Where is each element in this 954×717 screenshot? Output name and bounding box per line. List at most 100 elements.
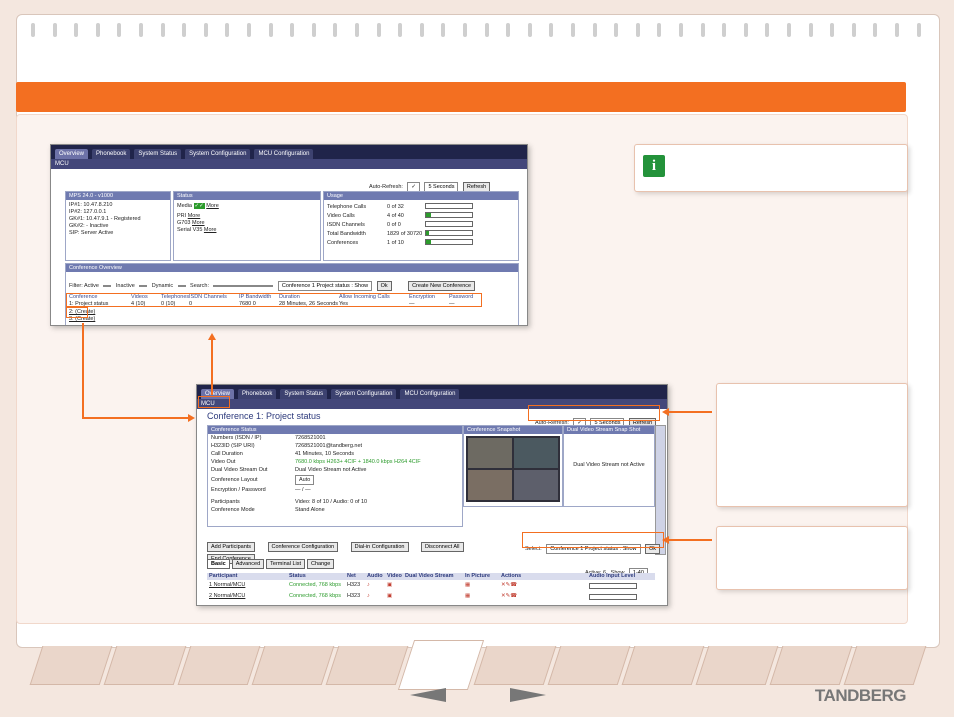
participant-link[interactable]: 2 Normal/MCU	[209, 593, 245, 600]
subtab-basic[interactable]: Basic	[207, 559, 230, 569]
next-page-arrow-icon[interactable]	[510, 688, 546, 702]
binder-ring	[679, 23, 683, 37]
dial-in-configuration-button[interactable]: Dial-in Configuration	[350, 542, 409, 552]
conference-configuration-button[interactable]: Conference Configuration	[267, 542, 339, 552]
tab-phonebook[interactable]: Phonebook	[238, 389, 277, 399]
status-label: Conference Mode	[211, 507, 255, 513]
tab-system-configuration[interactable]: System Configuration	[331, 389, 397, 399]
actions-icon[interactable]: ✕✎☎	[501, 582, 517, 589]
status-row: Numbers (ISDN / IP) 7268521001	[211, 435, 459, 443]
media-more-link[interactable]: More	[206, 203, 219, 209]
breadcrumb-highlight	[198, 396, 230, 408]
binder-ring	[743, 23, 748, 37]
table-row[interactable]: 2 Normal/MCU Connected, 768 kbps H323 ♪ ▣ ▦ ✕✎…	[207, 593, 655, 602]
bottom-nav-tab[interactable]	[473, 646, 557, 685]
table-row[interactable]: 2: (Create)	[69, 309, 518, 316]
tab-phonebook[interactable]: Phonebook	[92, 149, 131, 159]
dual-video-title: Dual Video Stream Snap Shot	[564, 426, 654, 434]
tab-mcu-configuration[interactable]: MCU Configuration	[400, 389, 460, 399]
tab-system-configuration[interactable]: System Configuration	[185, 149, 251, 159]
dual-video-panel: Dual Video Stream Snap Shot Dual Video S…	[563, 425, 655, 507]
status-row: H323ID (SIP URI) 7268521001@tandberg.net	[211, 443, 459, 451]
status-label: Numbers (ISDN / IP)	[211, 435, 262, 441]
table-row[interactable]: 1 Normal/MCU Connected, 768 kbps H323 ♪ ▣ ▦ ✕✎…	[207, 582, 655, 591]
usage-value: 4 of 40	[387, 213, 404, 219]
subtab-change[interactable]: Change	[307, 559, 335, 569]
column-header: Dual Video Stream	[405, 573, 454, 579]
video-icon[interactable]: ▣	[387, 593, 392, 600]
table-row[interactable]: 3: (Create)	[69, 316, 518, 323]
breadcrumb[interactable]: MCU	[51, 159, 527, 169]
status-value[interactable]: Auto	[295, 475, 315, 485]
binder-ring	[549, 23, 554, 37]
media-label: Media	[177, 203, 192, 209]
filter-active-checkbox[interactable]	[103, 285, 112, 287]
video-snapshot-image	[466, 436, 560, 502]
bottom-nav-tab[interactable]	[177, 646, 261, 685]
column-header: Participant	[209, 573, 238, 579]
participant-link[interactable]: 1 Normal/MCU	[209, 582, 245, 589]
bottom-nav-tab[interactable]	[103, 646, 187, 685]
binder-ring	[139, 23, 143, 37]
binder-ring	[916, 23, 921, 37]
bottom-nav-tab[interactable]	[29, 646, 113, 685]
bottom-nav-tab[interactable]	[843, 646, 927, 685]
binder-ring	[398, 23, 403, 37]
disconnect-all-button[interactable]: Disconnect All	[420, 542, 464, 552]
ok-button[interactable]: Ok	[376, 281, 392, 291]
bottom-nav-tab[interactable]	[769, 646, 853, 685]
conference-overview-title: Conference Overview	[66, 264, 518, 272]
serial-more-link[interactable]: More	[204, 227, 217, 233]
auto-refresh-highlight	[528, 405, 660, 421]
binder-ring	[765, 23, 770, 37]
usage-label: Conferences	[327, 240, 359, 246]
usage-bar	[425, 221, 473, 227]
pri-more-link[interactable]: More	[188, 213, 201, 219]
actions-icon[interactable]: ✕✎☎	[501, 593, 517, 600]
connector-line	[668, 411, 712, 413]
bottom-nav-tab[interactable]	[621, 646, 705, 685]
status-row: Participants Video: 8 of 10 / Audio: 0 of…	[211, 499, 459, 507]
subtab-terminal-list[interactable]: Terminal List	[266, 559, 306, 569]
binder-ring	[700, 23, 705, 37]
video-icon[interactable]: ▣	[387, 582, 392, 589]
status-label: Conference Layout	[211, 477, 258, 483]
bottom-nav-tab[interactable]	[251, 646, 335, 685]
search-input[interactable]	[213, 285, 274, 287]
status-label: H323ID (SIP URI)	[211, 443, 255, 449]
bottom-nav-tab[interactable]	[695, 646, 779, 685]
filter-dynamic-checkbox[interactable]	[177, 285, 186, 287]
previous-page-arrow-icon[interactable]	[410, 688, 446, 702]
bottom-nav-tab[interactable]	[547, 646, 631, 685]
subtab-advanced[interactable]: Advanced	[231, 559, 265, 569]
conference-select[interactable]: Conference 1 Project status : Show	[277, 281, 373, 291]
status-value: Video: 8 of 10 / Audio: 0 of 10	[295, 499, 368, 505]
usage-label: Video Calls	[327, 213, 355, 219]
tab-overview[interactable]: Overview	[55, 149, 89, 159]
binder-ring	[419, 23, 424, 37]
bottom-nav-tab[interactable]	[325, 646, 409, 685]
bottom-nav-tab[interactable]	[397, 640, 485, 690]
picture-icon[interactable]: ▦	[465, 582, 470, 589]
tab-system-status[interactable]: System Status	[134, 149, 182, 159]
create-conference-button[interactable]: Create New Conference	[408, 281, 476, 291]
status-row: Dual Video Stream Out Dual Video Stream n…	[211, 467, 459, 475]
audio-icon[interactable]: ♪	[367, 593, 370, 600]
audio-level-bar	[589, 583, 637, 589]
dual-video-text: Dual Video Stream not Active	[573, 462, 645, 468]
status-panel-title: Status	[174, 192, 320, 200]
binder-ring	[484, 23, 489, 37]
binder-ring	[311, 23, 316, 37]
usage-row: ISDN Channels 0 of 0	[327, 220, 515, 229]
usage-panel-title: Usage	[324, 192, 518, 200]
audio-icon[interactable]: ♪	[367, 582, 370, 589]
tab-system-status[interactable]: System Status	[280, 389, 328, 399]
column-header: In Picture	[465, 573, 491, 579]
g703-more-link[interactable]: More	[192, 220, 205, 226]
usage-value: 1829 of 30720	[387, 231, 423, 237]
picture-icon[interactable]: ▦	[465, 593, 470, 600]
filter-inactive-checkbox[interactable]	[139, 285, 148, 287]
usage-row: Video Calls 4 of 40	[327, 211, 515, 220]
snapshot-title: Conference Snapshot	[464, 426, 562, 434]
tab-mcu-configuration[interactable]: MCU Configuration	[254, 149, 314, 159]
